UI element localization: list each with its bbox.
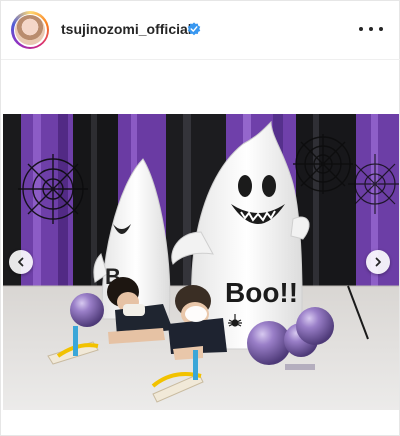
profile-avatar[interactable] xyxy=(11,11,49,49)
balloon xyxy=(70,293,104,327)
more-options-icon[interactable] xyxy=(359,19,383,39)
chevron-left-icon xyxy=(18,257,24,267)
chevron-right-icon xyxy=(375,257,381,267)
previous-image-button[interactable] xyxy=(9,250,33,274)
next-image-button[interactable] xyxy=(366,250,390,274)
verified-badge-icon xyxy=(187,22,201,36)
instagram-post-card: tsujinozomi_official B Boo!! xyxy=(0,0,400,436)
ghost-right-text: Boo!! xyxy=(225,277,298,308)
spider-web-right xyxy=(293,134,353,194)
spider-web-left xyxy=(18,154,88,224)
username-link[interactable]: tsujinozomi_official xyxy=(61,21,192,37)
avatar-inner xyxy=(13,13,47,47)
post-photo[interactable]: B Boo!! xyxy=(3,114,399,410)
halloween-photo: B Boo!! xyxy=(3,114,399,410)
header-divider xyxy=(1,59,400,60)
post-header: tsujinozomi_official xyxy=(1,1,400,59)
balloon xyxy=(296,307,334,345)
avatar-image xyxy=(15,15,45,45)
